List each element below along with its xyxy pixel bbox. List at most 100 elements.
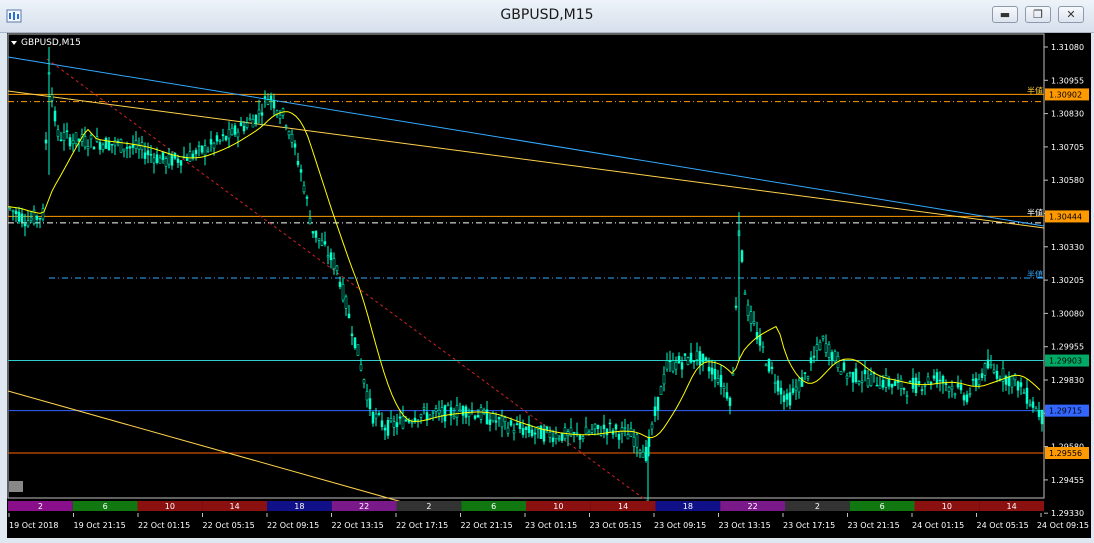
candle-body (617, 433, 621, 440)
chart-window: GBPUSD,M15 ▬ ❐ ✕ 半値 半値 半値 1.31080 1.30955 1.… (0, 0, 1094, 543)
candle-body (185, 157, 189, 161)
candle-body (326, 255, 330, 258)
restore-button[interactable]: ❐ (1025, 6, 1051, 23)
candle-body (503, 417, 507, 422)
candle-body (11, 209, 15, 212)
candle-body (968, 393, 972, 395)
candle-body (488, 419, 492, 425)
candle-body (29, 217, 33, 221)
close-button[interactable]: ✕ (1058, 6, 1084, 23)
price-chart[interactable]: 半値半値半値 1.310801.309551.308301.307051.305… (7, 33, 1091, 538)
candle-body (278, 114, 282, 119)
candle-body (941, 375, 945, 384)
candle-body (788, 392, 792, 406)
price-axis-label: 1.30830 (1051, 110, 1084, 119)
candle-body (458, 409, 462, 412)
level-marker-label: 半値 (1027, 269, 1043, 279)
price-tag-label: 1.29903 (1049, 357, 1082, 366)
candle-body (845, 375, 849, 379)
candle-body (533, 432, 537, 435)
session-hour-label: 22 (359, 502, 369, 511)
candle-body (719, 375, 723, 387)
candle-body (506, 427, 510, 434)
candle-body (410, 421, 414, 424)
candle-body (746, 304, 750, 316)
candle-body (512, 430, 516, 434)
candle-body (812, 355, 816, 358)
candle-body (707, 366, 711, 372)
candle-body (260, 112, 264, 116)
session-hour-label: 6 (880, 502, 885, 511)
session-hour-label: 22 (748, 502, 758, 511)
price-tag-label: 1.30444 (1049, 212, 1082, 221)
chart-area[interactable]: 半値 半値 半値 1.31080 1.30955 1.30830 1.30705 1.305… (7, 33, 1091, 538)
candle-body (656, 396, 660, 411)
candle-body (686, 357, 690, 365)
candle-body (977, 379, 981, 385)
candle-body (338, 281, 342, 287)
candle-body (773, 382, 777, 384)
candle-body (971, 379, 975, 381)
candle-body (83, 136, 87, 148)
candle-body (122, 148, 126, 152)
candle-body (671, 360, 675, 372)
candle-body (371, 412, 375, 424)
candle-body (794, 386, 798, 391)
candle-body (23, 223, 27, 227)
candle-body (1031, 401, 1035, 408)
candle-body (974, 378, 978, 387)
candle-body (965, 394, 969, 403)
candle-body (125, 147, 129, 149)
candle-body (323, 241, 327, 245)
candle-body (176, 158, 180, 163)
candle-body (530, 429, 534, 437)
candle-body (296, 160, 300, 165)
chart-scroll-button[interactable] (9, 481, 23, 492)
candle-body (926, 376, 930, 383)
candle-body (89, 135, 93, 140)
candle-body (953, 393, 957, 396)
candle-body (560, 432, 564, 441)
candle-body (434, 408, 438, 412)
candle-body (137, 145, 141, 150)
candle-body (476, 415, 480, 418)
time-axis-label: 24 Oct 01:15 (912, 521, 964, 530)
trendline-blue[interactable] (7, 56, 1045, 227)
trendline-yellow-lower[interactable] (7, 390, 428, 510)
candle-body (143, 152, 147, 159)
candle-body (485, 409, 489, 425)
candle-body (761, 346, 765, 348)
candle-body (377, 413, 381, 415)
price-axis-label: 1.30080 (1051, 309, 1084, 318)
candle-body (665, 360, 669, 370)
candle-body (365, 391, 369, 401)
minimize-button[interactable]: ▬ (992, 6, 1018, 23)
candle-body (689, 352, 693, 363)
candle-body (65, 130, 69, 133)
candle-body (722, 386, 726, 389)
candle-body (824, 343, 828, 353)
candle-body (890, 383, 894, 388)
time-axis-label: 22 Oct 21:15 (461, 521, 513, 530)
candle-body (863, 369, 867, 375)
candle-body (188, 151, 192, 162)
candle-body (662, 374, 666, 385)
symbol-dropdown-icon[interactable] (11, 41, 17, 45)
candle-body (692, 360, 696, 363)
candle-body (38, 217, 42, 220)
candle-body (674, 361, 678, 370)
candle-body (959, 384, 963, 391)
price-tag-label: 1.30902 (1049, 90, 1082, 99)
candle-body (113, 140, 117, 146)
candle-body (743, 292, 747, 295)
candle-body (305, 196, 309, 199)
candle-body (677, 355, 681, 364)
time-axis-label: 23 Oct 17:15 (783, 521, 835, 530)
session-hour-label: 14 (618, 502, 628, 511)
candle-body (992, 369, 996, 373)
title-bar[interactable]: GBPUSD,M15 ▬ ❐ ✕ (0, 0, 1094, 33)
candle-body (557, 438, 561, 441)
candle-body (509, 420, 513, 426)
candle-body (542, 428, 546, 442)
candle-body (881, 380, 885, 388)
